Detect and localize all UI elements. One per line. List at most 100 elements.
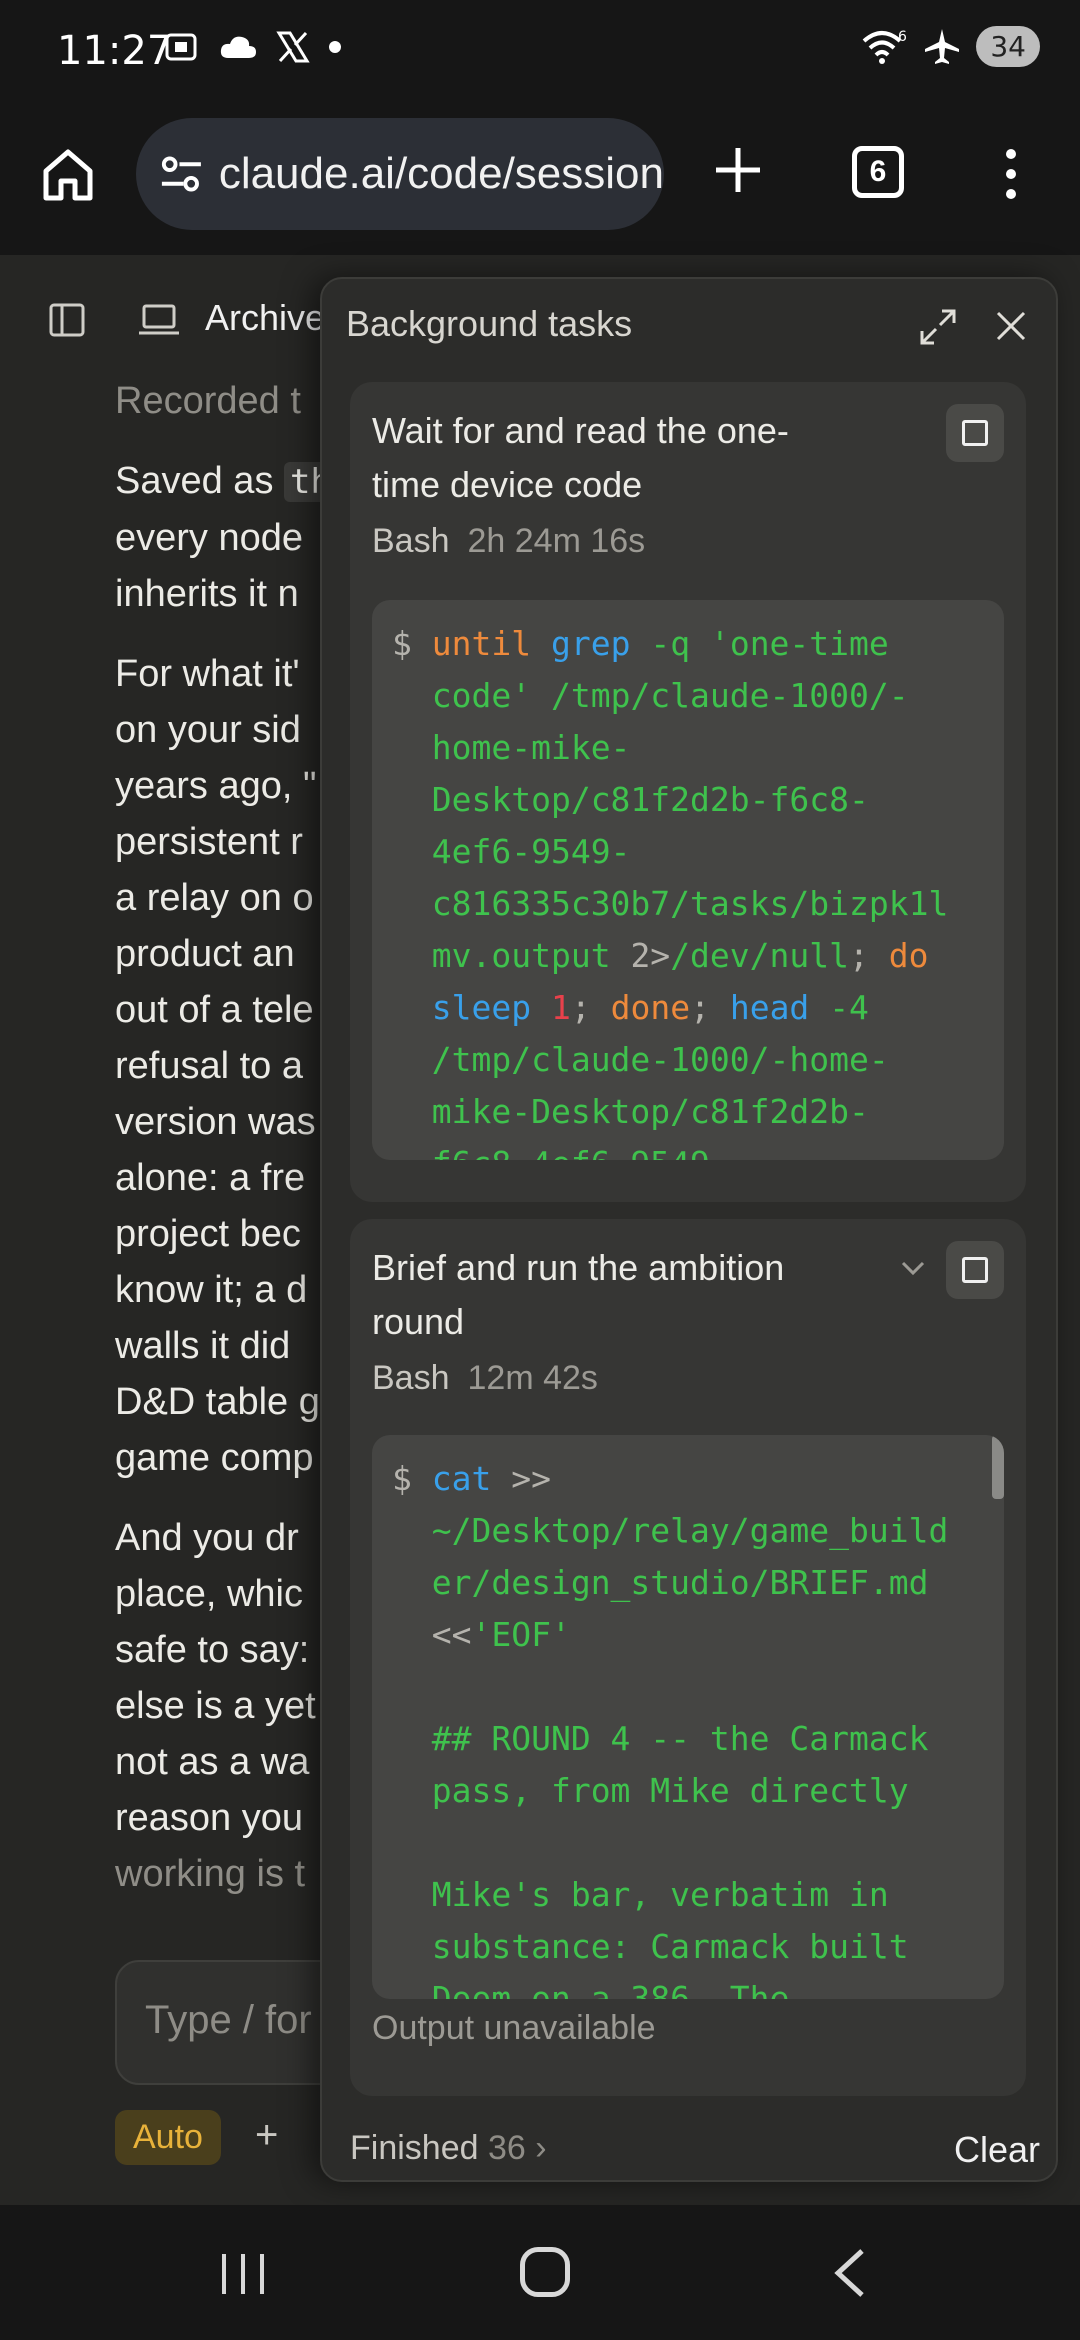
code-line: Desktop/c81f2d2b-f6c8- — [431, 780, 869, 819]
command-block: $ until grep -q 'one-time code' /tmp/cla… — [372, 600, 1004, 1160]
task-tool: Bash — [372, 1359, 450, 1397]
close-icon[interactable] — [994, 309, 1028, 343]
chat-line: project bec — [115, 1213, 301, 1255]
chat-line: a relay on o — [115, 877, 314, 919]
add-attachment-icon[interactable]: + — [255, 2113, 278, 2158]
task-card[interactable]: Wait for and read the one- time device c… — [350, 382, 1026, 1202]
home-icon[interactable] — [38, 145, 98, 205]
chat-line: alone: a fre — [115, 1157, 306, 1199]
url-text[interactable]: claude.ai/code/session — [219, 149, 664, 199]
task-title-line: time device code — [372, 464, 643, 505]
system-nav-bar — [0, 2205, 1080, 2340]
code-line: c816335c30b7/tasks/bizpk1l — [431, 884, 949, 923]
code-line: ## ROUND 4 -- the Carmack — [431, 1719, 929, 1758]
chat-line: out of a tele — [115, 989, 314, 1031]
code-line: mike-Desktop/c81f2d2b- — [431, 1092, 869, 1131]
browser-toolbar: claude.ai/code/session 6 — [0, 100, 1080, 255]
code-line: pass, from Mike directly — [431, 1771, 909, 1810]
chat-line: product an — [115, 933, 295, 975]
chat-line: persistent r — [115, 821, 303, 863]
new-tab-icon[interactable] — [708, 140, 768, 200]
stop-task-button[interactable] — [946, 404, 1004, 462]
clear-button[interactable]: Clear — [954, 2129, 1040, 2171]
task-duration: 12m 42s — [467, 1359, 598, 1397]
command-block[interactable]: $ cat >> ~/Desktop/relay/game_build er/d… — [372, 1435, 1004, 1999]
address-bar[interactable]: claude.ai/code/session — [136, 118, 664, 230]
status-icons-left — [162, 28, 342, 66]
mode-badge[interactable]: Auto — [115, 2110, 221, 2165]
status-icons-right: 6 34 — [860, 26, 1040, 67]
screenshot-icon — [165, 33, 197, 61]
chat-line: reason you — [115, 1797, 304, 1839]
chat-line: game comp — [115, 1437, 314, 1479]
task-title-line: round — [372, 1301, 465, 1342]
task-tool: Bash — [372, 522, 450, 560]
chat-line: walls it did — [115, 1325, 291, 1367]
task-title-line: Wait for and read the one- — [372, 410, 789, 451]
task-title-line: Brief and run the ambition — [372, 1247, 785, 1288]
code-line: f6c8-4ef6-9549- — [392, 1138, 984, 1160]
code-line: ~/Desktop/relay/game_build — [431, 1511, 949, 1550]
code-line: $ until grep -q 'one-time — [392, 624, 889, 663]
output-status: Output unavailable — [372, 2009, 656, 2047]
code-scrollbar[interactable] — [992, 1435, 1004, 1499]
task-title: Brief and run the ambition round — [372, 1241, 842, 1349]
code-line: Doom on a 386. The — [431, 1979, 790, 1999]
expand-icon[interactable] — [918, 307, 958, 347]
stop-icon — [962, 1257, 988, 1283]
chat-line: know it; a d — [115, 1269, 308, 1311]
task-card[interactable]: Brief and run the ambition round Bash 12m… — [350, 1219, 1026, 2096]
cloud-icon — [220, 36, 256, 58]
code-line: <<'EOF' — [431, 1615, 571, 1654]
input-placeholder: Type / for — [145, 1998, 312, 2042]
site-settings-icon[interactable] — [158, 150, 205, 198]
tab-switcher-button[interactable]: 6 — [852, 146, 904, 198]
chat-line: And you dr — [115, 1517, 299, 1559]
more-menu-icon[interactable] — [996, 144, 1026, 204]
chat-line: working is t — [115, 1853, 306, 1895]
task-duration: 2h 24m 16s — [467, 522, 646, 560]
code-line: Mike's bar, verbatim in — [431, 1875, 889, 1914]
code-line: home-mike- — [431, 728, 631, 767]
code-line: code' /tmp/claude-1000/- — [431, 676, 909, 715]
code-line: /tmp/claude-1000/-home- — [431, 1040, 889, 1079]
chat-line: inherits it n — [115, 573, 299, 615]
task-title: Wait for and read the one- time device c… — [372, 404, 842, 512]
stop-task-button[interactable] — [946, 1241, 1004, 1299]
code-line: substance: Carmack built — [431, 1927, 909, 1966]
chat-line: D&D table g — [115, 1381, 320, 1423]
chat-line: place, whic — [115, 1573, 303, 1615]
background-tasks-panel: Background tasks Wait for and read the o… — [320, 277, 1058, 2182]
home-nav-icon[interactable] — [520, 2247, 570, 2297]
recents-icon[interactable] — [216, 2250, 270, 2298]
wifi-badge: 6 — [898, 29, 907, 45]
chat-line: every node — [115, 517, 304, 559]
sidebar-toggle-icon[interactable] — [48, 301, 86, 339]
chat-line: years ago, " — [115, 765, 317, 807]
back-icon[interactable] — [830, 2247, 870, 2299]
chat-line: version was — [115, 1101, 316, 1143]
code-line: $ cat >> — [392, 1459, 551, 1498]
chevron-right-icon: › — [535, 2129, 547, 2167]
laptop-icon — [139, 304, 179, 335]
task-meta: Bash 12m 42s — [372, 1359, 598, 1398]
code-line: sleep 1; done; head -4 — [431, 988, 869, 1027]
dot-icon — [329, 41, 341, 53]
chat-line: Saved as th — [115, 460, 337, 502]
stop-icon — [962, 420, 988, 446]
chat-line: not as a wa — [115, 1741, 310, 1783]
code-line: er/design_studio/BRIEF.md — [431, 1563, 929, 1602]
airplane-icon — [925, 28, 960, 64]
chat-line: else is a yet — [115, 1685, 316, 1727]
battery-indicator: 34 — [976, 26, 1040, 67]
code-line: 4ef6-9549- — [431, 832, 631, 871]
archive-label[interactable]: Archive — [205, 297, 325, 339]
finished-toggle[interactable]: Finished 36 › — [350, 2129, 547, 2168]
status-bar: 11:27 6 34 — [0, 0, 1080, 100]
task-meta: Bash 2h 24m 16s — [372, 522, 645, 561]
chat-line: on your sid — [115, 709, 301, 751]
finished-label: Finished — [350, 2129, 479, 2167]
chevron-down-icon[interactable] — [900, 1259, 926, 1277]
